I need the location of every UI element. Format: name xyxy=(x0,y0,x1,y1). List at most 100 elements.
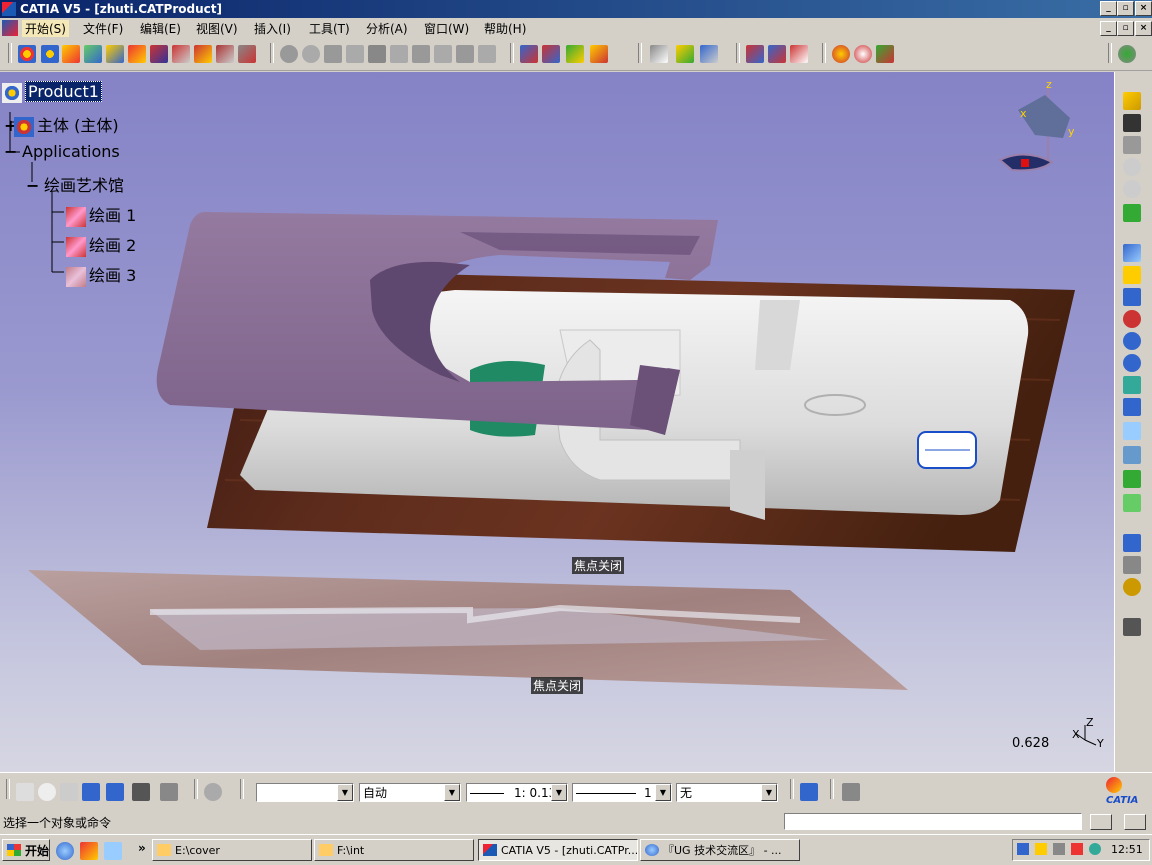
layer-combo[interactable]: 无 ▼ xyxy=(676,783,778,802)
menu-view[interactable]: 视图(V) xyxy=(193,20,241,37)
undo-icon[interactable] xyxy=(1123,158,1141,176)
doc-restore-button[interactable]: ▫ xyxy=(1117,21,1134,36)
tree-view-icon[interactable] xyxy=(106,783,124,801)
fly-mode-icon[interactable] xyxy=(1123,244,1141,262)
enhanced-scene-icon[interactable] xyxy=(768,45,786,63)
macro-icon[interactable] xyxy=(160,783,178,801)
fast-instantiation-icon[interactable] xyxy=(216,45,234,63)
focus-label[interactable]: 焦点关闭 xyxy=(531,677,584,694)
task-catia[interactable]: CATIA V5 - [zhuti.CATPr... xyxy=(478,839,638,861)
tree-item-painting-1[interactable]: 绘画 1 xyxy=(66,202,136,227)
tree-item-painting-2[interactable]: 绘画 2 xyxy=(66,232,136,257)
start-button[interactable]: 开始 xyxy=(2,839,50,861)
close-button[interactable]: × xyxy=(1135,1,1152,16)
ie-icon[interactable] xyxy=(56,842,74,860)
menu-tools[interactable]: 工具(T) xyxy=(306,20,353,37)
pan-icon[interactable] xyxy=(1123,288,1141,306)
color-combo[interactable]: ▼ xyxy=(256,783,354,802)
bill-of-material-icon[interactable] xyxy=(700,45,718,63)
list-icon[interactable] xyxy=(842,783,860,801)
task-f-int[interactable]: F:\int xyxy=(314,839,474,861)
ime-icon[interactable] xyxy=(1089,843,1101,855)
antivirus-icon[interactable] xyxy=(1071,843,1083,855)
multi-instantiation-icon[interactable] xyxy=(194,45,212,63)
maximize-button[interactable]: ▫ xyxy=(1117,1,1134,16)
fix-component-icon[interactable] xyxy=(368,45,386,63)
assembly-tool-icon[interactable] xyxy=(18,45,36,63)
tree-item-body[interactable]: + 主体 (主体) xyxy=(4,112,119,137)
quick-constraint-icon[interactable] xyxy=(412,45,430,63)
replace-component-icon[interactable] xyxy=(128,45,146,63)
menu-edit[interactable]: 编辑(E) xyxy=(137,20,184,37)
linetype-combo[interactable]: 自动 ▼ xyxy=(359,783,461,802)
measure-inertia-icon[interactable] xyxy=(1123,578,1141,596)
lineweight-combo[interactable]: 1 ▼ xyxy=(572,783,672,802)
focus-label[interactable]: 焦点关闭 xyxy=(572,557,625,574)
scene-icon[interactable] xyxy=(746,45,764,63)
catalog-icon[interactable] xyxy=(650,45,668,63)
quicklaunch-more-icon[interactable]: » xyxy=(138,841,146,855)
open-icon[interactable] xyxy=(1123,92,1141,110)
render-style-icon[interactable] xyxy=(1123,446,1141,464)
reorder-icon[interactable] xyxy=(238,45,256,63)
snap-icon[interactable] xyxy=(542,45,560,63)
knowledge-icon[interactable] xyxy=(676,45,694,63)
parameter-icon[interactable] xyxy=(60,783,78,801)
fix-together-icon[interactable] xyxy=(390,45,408,63)
properties-icon[interactable] xyxy=(800,783,818,801)
task-ug-forum[interactable]: 『UG 技术交流区』 - ... xyxy=(640,839,800,861)
tree-item-painting-3[interactable]: 绘画 3 xyxy=(66,262,136,287)
change-constraint-icon[interactable] xyxy=(456,45,474,63)
3d-viewport[interactable]: z x y Z X Y Product1 + 主体 (主体) − Applica… xyxy=(0,72,1114,772)
notepad-icon[interactable] xyxy=(104,842,122,860)
catia-app-icon[interactable] xyxy=(2,2,16,16)
tree-root[interactable]: Product1 xyxy=(2,81,102,103)
volume-icon[interactable] xyxy=(1053,843,1065,855)
multi-view-icon[interactable] xyxy=(1123,398,1141,416)
menu-window[interactable]: 窗口(W) xyxy=(421,20,472,37)
component-tool-icon[interactable] xyxy=(41,45,59,63)
collapse-minus-icon[interactable]: − xyxy=(4,142,22,161)
scale-combo[interactable]: 1: 0.13 ▼ xyxy=(466,783,568,802)
hide-show-icon[interactable] xyxy=(1123,470,1141,488)
refresh-icon[interactable] xyxy=(204,783,222,801)
part-tool-icon[interactable] xyxy=(84,45,102,63)
iso-view-icon[interactable] xyxy=(1123,422,1141,440)
save-icon[interactable] xyxy=(1123,114,1141,132)
product-tool-icon[interactable] xyxy=(62,45,80,63)
rotate-icon[interactable] xyxy=(1123,310,1141,328)
stop-manipulate-icon[interactable] xyxy=(590,45,608,63)
manipulate-icon[interactable] xyxy=(520,45,538,63)
zoom-out-icon[interactable] xyxy=(1123,354,1141,372)
network-icon[interactable] xyxy=(1017,843,1029,855)
document-icon[interactable] xyxy=(2,20,18,36)
doc-close-button[interactable]: × xyxy=(1135,21,1152,36)
minimize-button[interactable]: _ xyxy=(1100,1,1117,16)
workbench-icon[interactable] xyxy=(1118,45,1136,63)
menu-insert[interactable]: 插入(I) xyxy=(251,20,294,37)
fit-all-icon[interactable] xyxy=(1123,266,1141,284)
menu-start[interactable]: 开始(S) xyxy=(22,20,69,37)
measure-between-icon[interactable] xyxy=(1123,534,1141,552)
collapse-minus-icon[interactable]: − xyxy=(26,176,44,195)
apply-material-icon[interactable] xyxy=(832,45,850,63)
menu-file[interactable]: 文件(F) xyxy=(80,20,126,37)
flexible-rigid-icon[interactable] xyxy=(434,45,452,63)
normal-view-icon[interactable] xyxy=(1123,376,1141,394)
lock-icon[interactable] xyxy=(132,783,150,801)
graph-tree-icon[interactable] xyxy=(150,45,168,63)
contact-constraint-icon[interactable] xyxy=(302,45,320,63)
table-icon[interactable] xyxy=(82,783,100,801)
angle-constraint-icon[interactable] xyxy=(346,45,364,63)
existing-component-icon[interactable] xyxy=(106,45,124,63)
render-icon[interactable] xyxy=(854,45,872,63)
print-icon[interactable] xyxy=(1123,136,1141,154)
zoom-in-icon[interactable] xyxy=(1123,332,1141,350)
comment-icon[interactable] xyxy=(38,783,56,801)
reuse-pattern-icon[interactable] xyxy=(478,45,496,63)
redo-icon[interactable] xyxy=(1123,180,1141,198)
expand-plus-icon[interactable]: + xyxy=(4,116,17,135)
generate-numbering-icon[interactable] xyxy=(172,45,190,63)
user-icon[interactable] xyxy=(1123,618,1141,636)
whats-this-icon[interactable] xyxy=(1123,204,1141,222)
